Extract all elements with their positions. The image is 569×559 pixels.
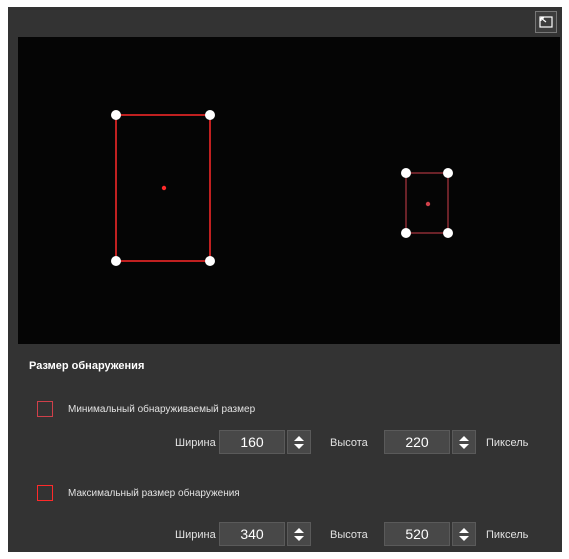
min-frame-handle-bottom-left[interactable] bbox=[401, 228, 411, 238]
min-width-stepper[interactable] bbox=[287, 430, 311, 454]
max-height-input[interactable]: 520 bbox=[384, 522, 450, 546]
max-width-input[interactable]: 340 bbox=[219, 522, 285, 546]
max-width-stepper[interactable] bbox=[287, 522, 311, 546]
spin-up-icon[interactable] bbox=[294, 436, 304, 441]
max-size-frame[interactable] bbox=[111, 110, 215, 266]
spin-up-icon[interactable] bbox=[459, 436, 469, 441]
spin-down-icon[interactable] bbox=[294, 536, 304, 541]
max-width-label: Ширина bbox=[175, 529, 216, 541]
spin-down-icon[interactable] bbox=[459, 536, 469, 541]
max-size-label: Максимальный размер обнаружения bbox=[68, 488, 240, 499]
spin-up-icon[interactable] bbox=[459, 528, 469, 533]
detection-size-panel: Размер обнаружения Минимальный обнаружив… bbox=[8, 7, 562, 552]
max-size-swatch bbox=[37, 485, 53, 501]
fullscreen-icon bbox=[539, 16, 553, 28]
max-frame-handle-bottom-left[interactable] bbox=[111, 256, 121, 266]
min-height-stepper[interactable] bbox=[452, 430, 476, 454]
min-unit-label: Пиксель bbox=[486, 437, 529, 449]
min-frame-handle-bottom-right[interactable] bbox=[443, 228, 453, 238]
min-frame-center bbox=[425, 201, 431, 207]
spin-down-icon[interactable] bbox=[294, 444, 304, 449]
min-size-frame[interactable] bbox=[401, 168, 453, 238]
min-size-label: Минимальный обнаруживаемый размер bbox=[68, 404, 256, 415]
max-frame-handle-top-right[interactable] bbox=[205, 110, 215, 120]
min-frame-handle-top-left[interactable] bbox=[401, 168, 411, 178]
spin-up-icon[interactable] bbox=[294, 528, 304, 533]
max-unit-label: Пиксель bbox=[486, 529, 529, 541]
spin-down-icon[interactable] bbox=[459, 444, 469, 449]
min-size-swatch bbox=[37, 401, 53, 417]
camera-preview bbox=[18, 37, 560, 344]
min-width-input[interactable]: 160 bbox=[219, 430, 285, 454]
fullscreen-button[interactable] bbox=[535, 11, 557, 33]
min-width-label: Ширина bbox=[175, 437, 216, 449]
max-frame-handle-top-left[interactable] bbox=[111, 110, 121, 120]
max-frame-center bbox=[161, 185, 167, 191]
max-height-stepper[interactable] bbox=[452, 522, 476, 546]
max-height-label: Высота bbox=[330, 529, 368, 541]
min-height-input[interactable]: 220 bbox=[384, 430, 450, 454]
section-title: Размер обнаружения bbox=[29, 360, 145, 372]
max-frame-handle-bottom-right[interactable] bbox=[205, 256, 215, 266]
min-frame-handle-top-right[interactable] bbox=[443, 168, 453, 178]
min-height-label: Высота bbox=[330, 437, 368, 449]
